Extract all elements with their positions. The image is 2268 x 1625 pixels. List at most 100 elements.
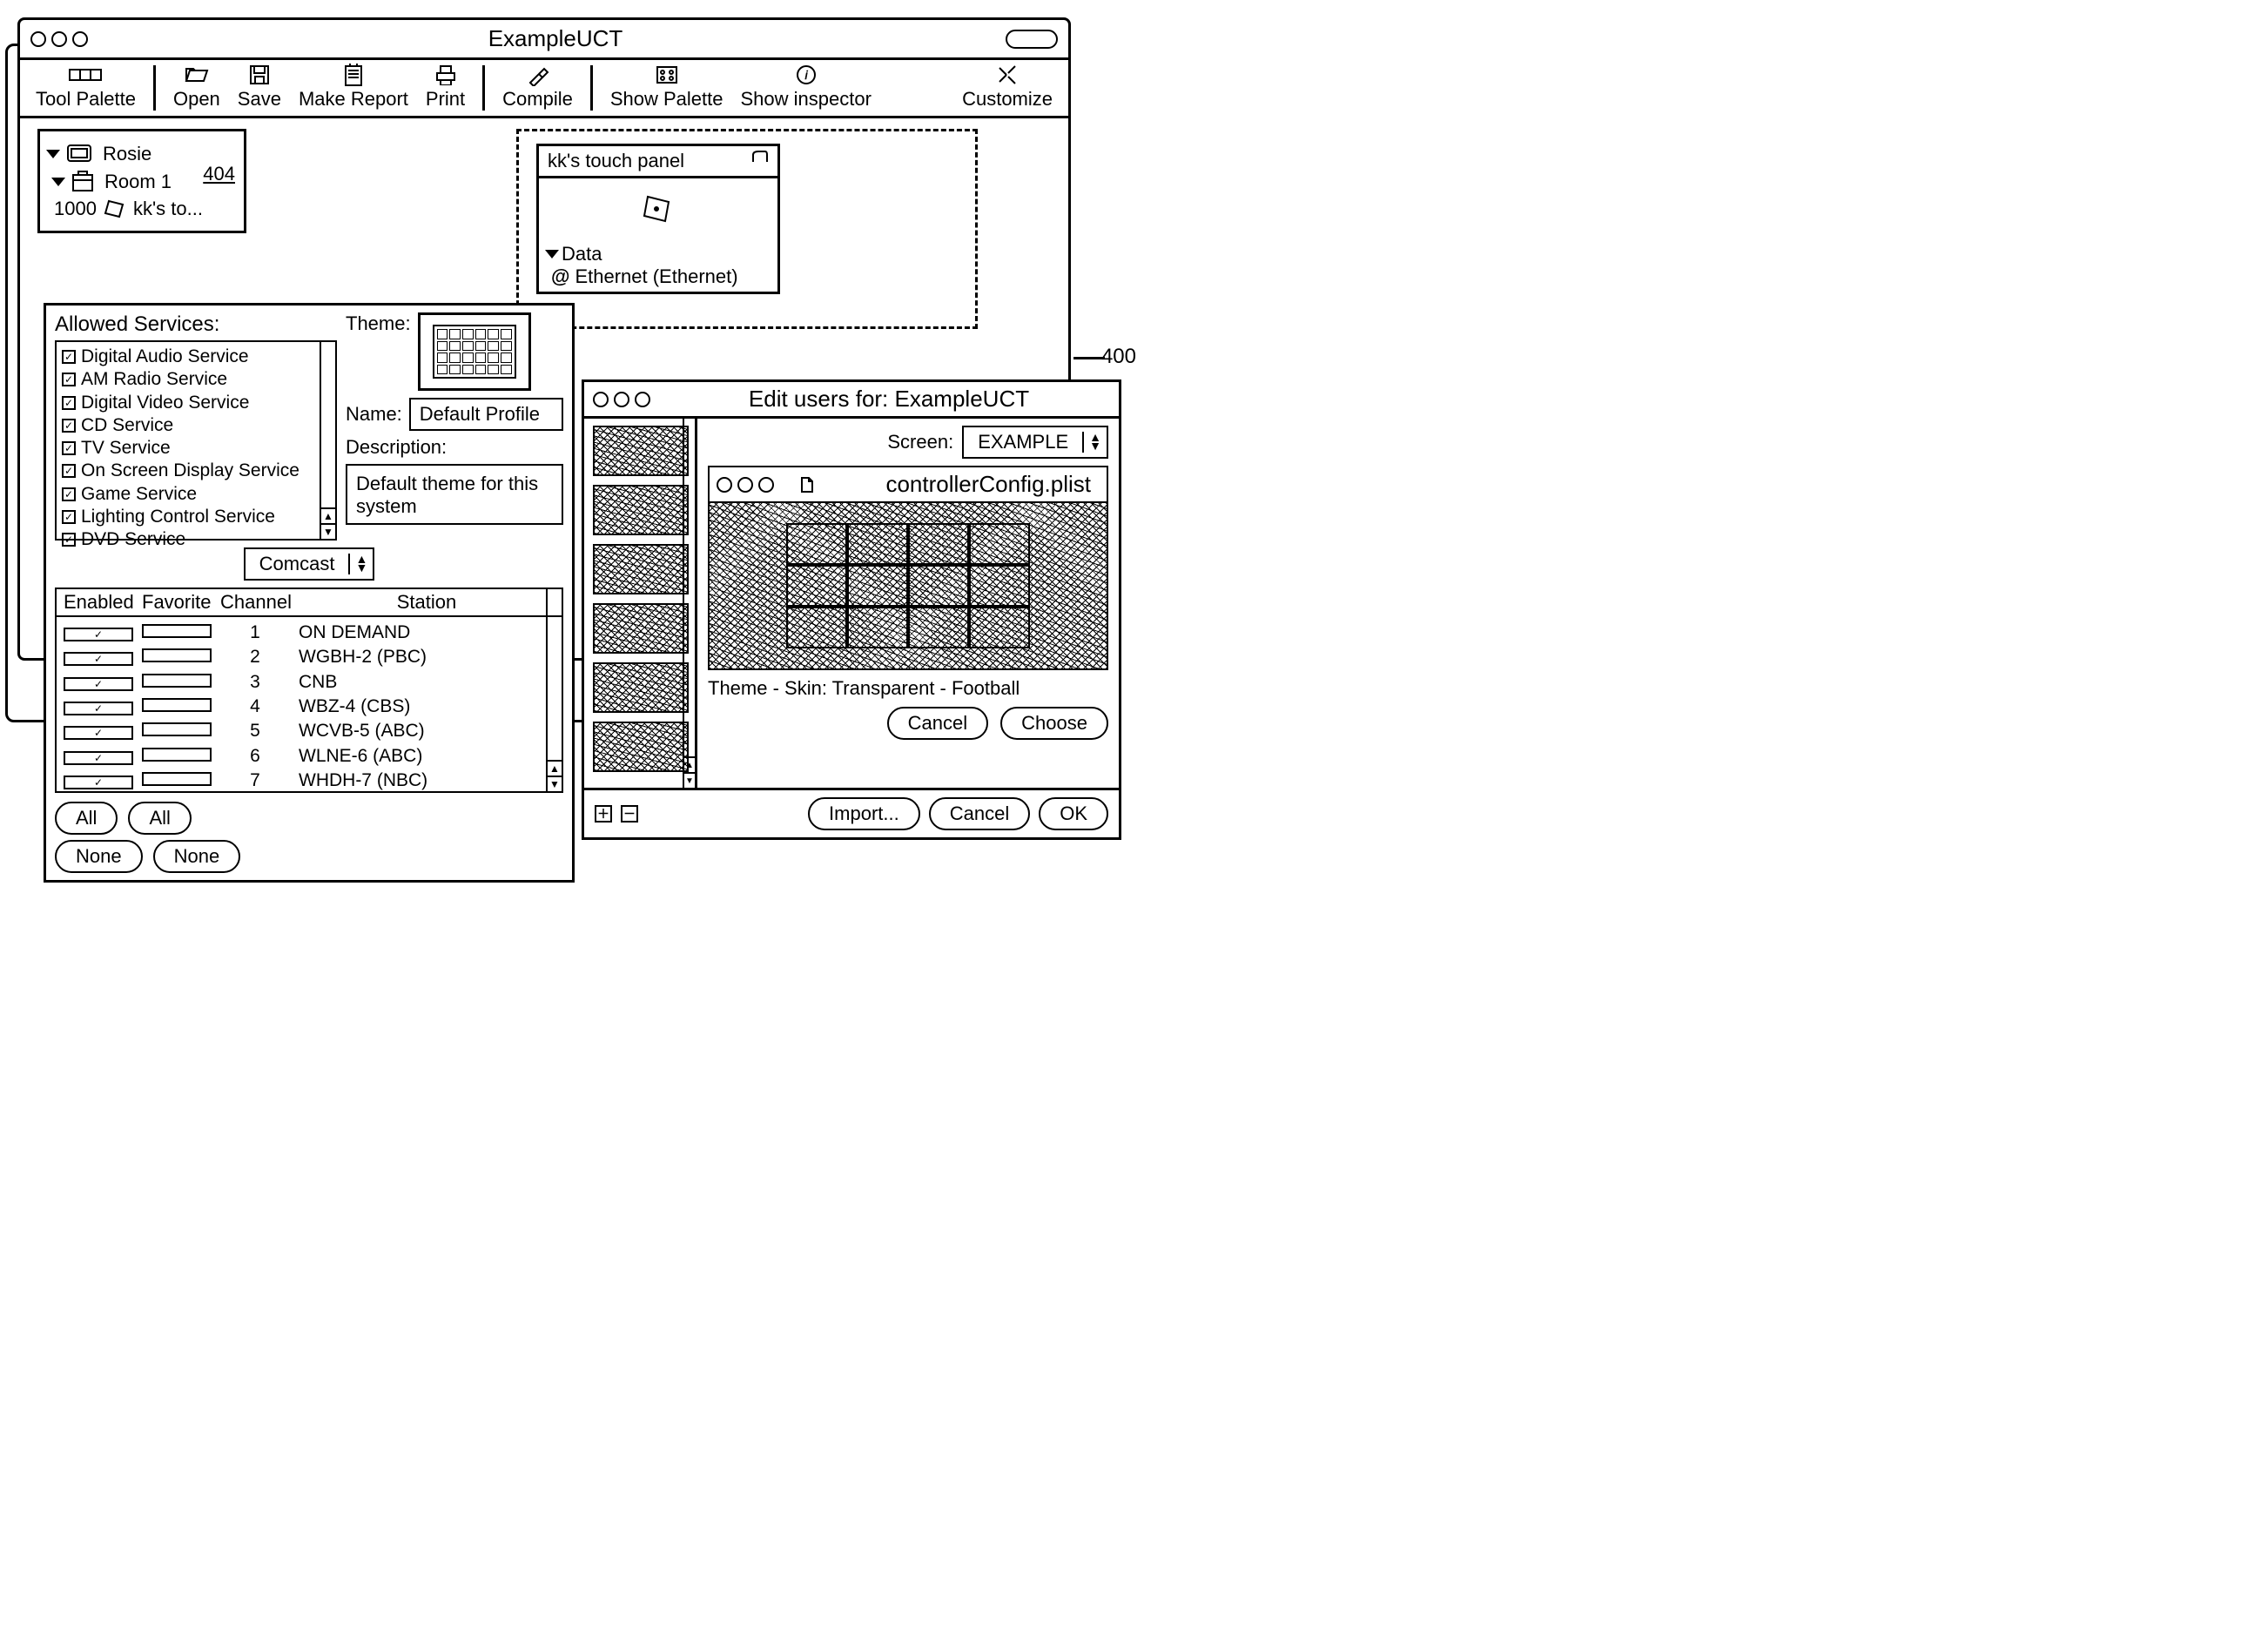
config-preview-window: controllerConfig.plist xyxy=(708,466,1108,670)
theme-thumbnail[interactable] xyxy=(593,485,689,535)
scroll-down-icon[interactable]: ▼ xyxy=(321,523,335,539)
scroll-up-icon[interactable]: ▲ xyxy=(321,507,335,523)
checkbox[interactable] xyxy=(62,464,76,478)
remove-button[interactable]: － xyxy=(621,805,638,823)
service-item[interactable]: TV Service xyxy=(62,437,330,460)
open-button[interactable]: Open xyxy=(166,64,227,111)
enabled-none-button[interactable]: None xyxy=(55,840,143,873)
disclosure-icon[interactable] xyxy=(51,178,65,186)
room-icon xyxy=(70,170,98,194)
enabled-checkbox[interactable] xyxy=(64,702,133,715)
checkbox[interactable] xyxy=(62,419,76,433)
provider-select[interactable]: Comcast ▲▼ xyxy=(244,547,375,581)
name-field[interactable]: Default Profile xyxy=(409,398,563,431)
data-disclosure[interactable]: Data xyxy=(548,243,769,265)
theme-thumbnail[interactable] xyxy=(593,662,689,713)
scrollbar[interactable]: ▲ ▼ xyxy=(546,589,562,791)
scroll-up-icon[interactable]: ▲ xyxy=(684,756,695,772)
col-favorite: Favorite xyxy=(142,591,212,614)
scroll-down-icon[interactable]: ▼ xyxy=(684,772,695,788)
show-palette-button[interactable]: Show Palette xyxy=(603,64,730,111)
checkbox[interactable] xyxy=(62,487,76,501)
touch-panel-title: kk's touch panel xyxy=(548,150,684,172)
favorite-checkbox[interactable] xyxy=(142,648,212,662)
service-item[interactable]: Game Service xyxy=(62,483,330,506)
customize-button[interactable]: Customize xyxy=(955,64,1060,111)
choose-button[interactable]: Choose xyxy=(1000,707,1108,740)
checkbox[interactable] xyxy=(62,350,76,364)
folder-open-icon xyxy=(185,65,209,84)
favorite-all-button[interactable]: All xyxy=(128,802,191,835)
close-icon[interactable] xyxy=(593,392,609,407)
favorite-checkbox[interactable] xyxy=(142,722,212,736)
theme-thumbnail[interactable] xyxy=(593,722,689,772)
checkbox[interactable] xyxy=(62,373,76,386)
enabled-checkbox[interactable] xyxy=(64,677,133,691)
scroll-up-icon[interactable]: ▲ xyxy=(548,760,562,776)
make-report-button[interactable]: Make Report xyxy=(292,64,415,111)
enabled-checkbox[interactable] xyxy=(64,726,133,740)
inner-cancel-button[interactable]: Cancel xyxy=(887,707,988,740)
station-name: WCVB-5 (ABC) xyxy=(299,719,555,743)
zoom-icon[interactable] xyxy=(635,392,650,407)
minimize-icon[interactable] xyxy=(51,31,67,47)
enabled-checkbox[interactable] xyxy=(64,652,133,666)
checkbox[interactable] xyxy=(62,510,76,524)
favorite-checkbox[interactable] xyxy=(142,748,212,762)
service-item[interactable]: Digital Audio Service xyxy=(62,346,330,368)
service-item[interactable]: DVD Service xyxy=(62,528,330,551)
enabled-checkbox[interactable] xyxy=(64,776,133,789)
stepper-icon[interactable]: ▲▼ xyxy=(1082,432,1107,453)
save-button[interactable]: Save xyxy=(231,64,288,111)
services-list: Digital Audio ServiceAM Radio ServiceDig… xyxy=(55,340,337,541)
checkbox[interactable] xyxy=(62,533,76,547)
theme-thumbnail[interactable] xyxy=(593,603,689,654)
theme-preview[interactable] xyxy=(418,312,531,391)
titlebar-pill[interactable] xyxy=(1006,30,1058,49)
tree-item-kks[interactable]: 1000 kk's to... xyxy=(54,198,235,220)
service-item[interactable]: Digital Video Service xyxy=(62,392,330,414)
import-button[interactable]: Import... xyxy=(808,797,920,830)
scrollbar[interactable]: ▲ ▼ xyxy=(683,419,695,788)
zoom-icon[interactable] xyxy=(758,477,774,493)
favorite-none-button[interactable]: None xyxy=(153,840,241,873)
name-label: Name: xyxy=(346,403,402,426)
scrollbar[interactable]: ▲ ▼ xyxy=(320,342,335,539)
favorite-checkbox[interactable] xyxy=(142,624,212,638)
enabled-checkbox[interactable] xyxy=(64,628,133,641)
floppy-icon xyxy=(249,64,270,85)
touch-panel-widget[interactable]: kk's touch panel Data @Ethernet (Etherne… xyxy=(536,144,780,294)
edit-users-window: Edit users for: ExampleUCT ▲ ▼ Screen: E… xyxy=(582,379,1121,840)
tool-palette-button[interactable]: Tool Palette xyxy=(29,64,143,111)
service-item[interactable]: On Screen Display Service xyxy=(62,460,330,482)
scroll-down-icon[interactable]: ▼ xyxy=(548,776,562,791)
favorite-checkbox[interactable] xyxy=(142,772,212,786)
favorite-checkbox[interactable] xyxy=(142,674,212,688)
service-item[interactable]: CD Service xyxy=(62,414,330,437)
cancel-button[interactable]: Cancel xyxy=(929,797,1030,830)
minimize-icon[interactable] xyxy=(614,392,629,407)
ok-button[interactable]: OK xyxy=(1039,797,1108,830)
add-button[interactable]: ＋ xyxy=(595,805,612,823)
service-item[interactable]: Lighting Control Service xyxy=(62,506,330,528)
show-inspector-button[interactable]: i Show inspector xyxy=(734,64,878,111)
compile-button[interactable]: Compile xyxy=(495,64,580,111)
disclosure-icon[interactable] xyxy=(545,250,559,259)
checkbox[interactable] xyxy=(62,441,76,455)
enabled-all-button[interactable]: All xyxy=(55,802,118,835)
screen-select[interactable]: EXAMPLE ▲▼ xyxy=(962,426,1108,459)
print-button[interactable]: Print xyxy=(419,64,472,111)
checkbox[interactable] xyxy=(62,396,76,410)
close-icon[interactable] xyxy=(717,477,732,493)
zoom-icon[interactable] xyxy=(72,31,88,47)
description-field[interactable]: Default theme for this system xyxy=(346,464,563,525)
stepper-icon[interactable]: ▲▼ xyxy=(348,554,373,574)
theme-thumbnail[interactable] xyxy=(593,544,689,594)
enabled-checkbox[interactable] xyxy=(64,751,133,765)
close-icon[interactable] xyxy=(30,31,46,47)
minimize-icon[interactable] xyxy=(737,477,753,493)
favorite-checkbox[interactable] xyxy=(142,698,212,712)
service-item[interactable]: AM Radio Service xyxy=(62,368,330,391)
disclosure-icon[interactable] xyxy=(46,150,60,158)
theme-thumbnail[interactable] xyxy=(593,426,689,476)
